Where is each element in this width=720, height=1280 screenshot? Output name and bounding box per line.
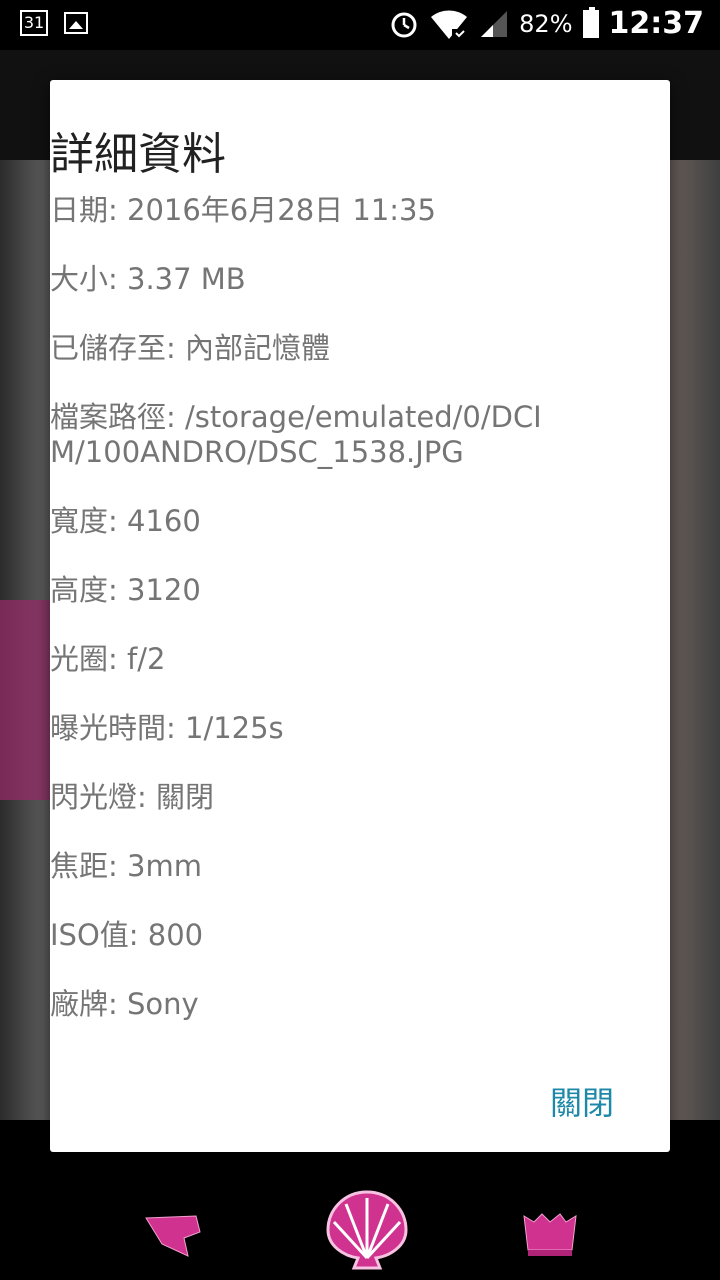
crown-icon[interactable]: [520, 1210, 578, 1258]
detail-size: 大小: 3.37 MB: [50, 262, 246, 296]
detail-path: 檔案路徑: /storage/emulated/0/DCIM/100ANDRO/…: [50, 400, 542, 469]
battery-percent: 82%: [519, 9, 573, 38]
calendar-icon: 31: [20, 10, 48, 36]
clock: 12:37: [608, 6, 705, 41]
alarm-icon: [391, 12, 417, 37]
detail-iso: ISO值: 800: [50, 918, 204, 952]
detail-exposure: 曝光時間: 1/125s: [50, 711, 284, 745]
detail-list: 日期: 2016年6月28日 11:35 大小: 3.37 MB 已儲存至: 內…: [50, 193, 570, 1056]
detail-flash: 閃光燈: 關閉: [50, 780, 214, 814]
detail-width: 寬度: 4160: [50, 504, 201, 538]
detail-storage: 已儲存至: 內部記憶體: [50, 331, 330, 365]
shell-icon[interactable]: [324, 1188, 410, 1272]
status-bar: 31 82% 12:37: [0, 0, 720, 50]
dialog-title: 詳細資料: [50, 129, 226, 180]
photo-detail: [0, 600, 50, 800]
detail-focal-length: 焦距: 3mm: [50, 849, 202, 883]
gallery-icon: [64, 12, 88, 34]
flag-icon[interactable]: [144, 1214, 202, 1258]
detail-height: 高度: 3120: [50, 573, 201, 607]
wifi-icon: [431, 9, 468, 39]
signal-icon: [481, 10, 508, 37]
detail-date: 日期: 2016年6月28日 11:35: [50, 193, 436, 227]
detail-aperture: 光圈: f/2: [50, 642, 166, 676]
close-button[interactable]: 關閉: [550, 1078, 614, 1124]
battery-icon: [582, 6, 599, 38]
detail-make: 廠牌: Sony: [50, 987, 199, 1021]
